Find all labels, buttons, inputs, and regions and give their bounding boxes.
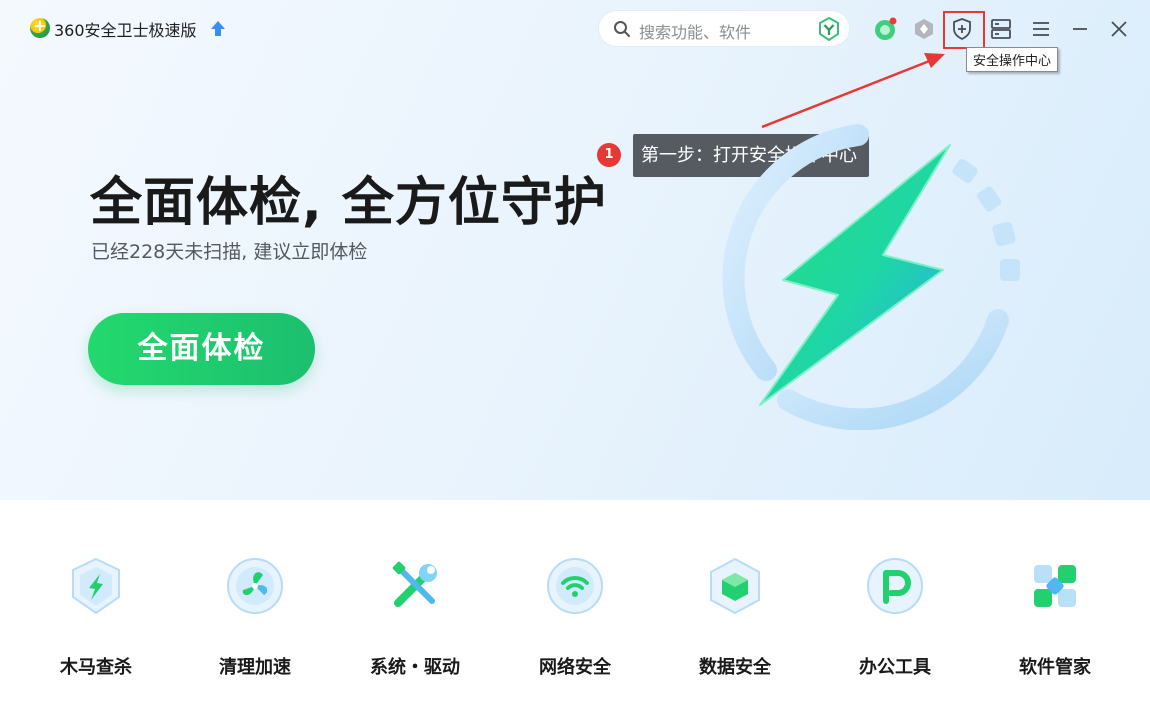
feature-label: 网络安全 bbox=[539, 657, 611, 678]
feature-system-driver[interactable]: 系统・驱动 bbox=[360, 555, 470, 679]
feature-label: 办公工具 bbox=[859, 657, 931, 678]
lightning-shield-emblem-icon bbox=[722, 124, 1020, 430]
office-p-icon bbox=[867, 558, 923, 614]
feature-label: 软件管家 bbox=[1019, 657, 1091, 678]
feature-label: 木马查杀 bbox=[60, 657, 132, 678]
wifi-icon bbox=[547, 558, 603, 614]
system-tools-icon bbox=[392, 561, 437, 607]
feature-label: 数据安全 bbox=[699, 657, 771, 678]
scan-status-text: 已经228天未扫描, 建议立即体检 bbox=[91, 241, 368, 263]
page-headline: 全面体检, 全方位守护 bbox=[90, 173, 607, 233]
cleanup-fan-icon bbox=[227, 558, 283, 614]
full-scan-button[interactable]: 全面体检 bbox=[88, 313, 315, 385]
feature-office-tools[interactable]: 办公工具 bbox=[840, 555, 950, 679]
data-cube-icon bbox=[710, 557, 760, 615]
feature-software-manager[interactable]: 软件管家 bbox=[1000, 555, 1110, 679]
feature-cleanup[interactable]: 清理加速 bbox=[200, 555, 310, 679]
feature-data-security[interactable]: 数据安全 bbox=[680, 555, 790, 679]
trojan-shield-icon bbox=[72, 557, 120, 615]
feature-network-security[interactable]: 网络安全 bbox=[520, 555, 630, 679]
feature-trojan-scan[interactable]: 木马查杀 bbox=[41, 555, 151, 679]
feature-label: 清理加速 bbox=[219, 657, 291, 678]
software-grid-icon bbox=[1034, 565, 1076, 607]
feature-label: 系统・驱动 bbox=[370, 657, 460, 678]
